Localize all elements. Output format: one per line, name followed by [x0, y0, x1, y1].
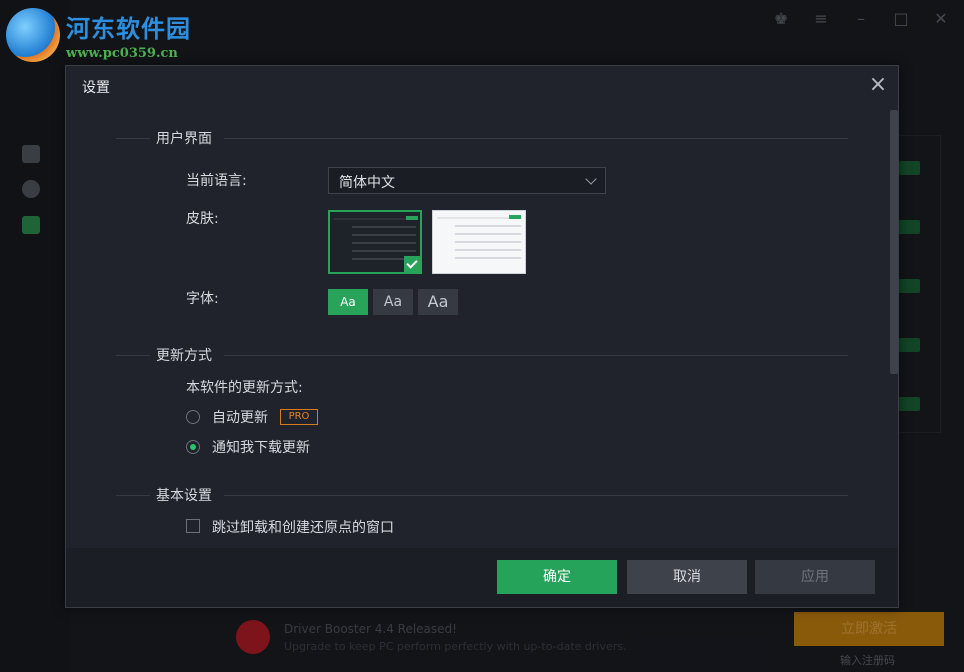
- dialog-footer: 确定 取消 应用: [66, 548, 898, 607]
- section-basic: 基本设置: [116, 485, 848, 505]
- language-label: 当前语言:: [186, 173, 247, 189]
- section-title: 基本设置: [156, 488, 212, 504]
- watermark-site-name: 河东软件园: [66, 14, 191, 43]
- font-medium-button[interactable]: Aa: [373, 289, 413, 315]
- settings-content: 用户界面 当前语言: 简体中文 皮肤: 字体: Aa Aa Aa 更新方式 本软…: [66, 106, 888, 548]
- watermark-url: www.pc0359.cn: [66, 46, 178, 61]
- language-select[interactable]: 简体中文: [328, 167, 606, 194]
- settings-dialog: 设置 × 用户界面 当前语言: 简体中文 皮肤: 字体: Aa Aa Aa 更新…: [65, 65, 899, 608]
- close-icon[interactable]: ×: [866, 74, 890, 98]
- skip-restore-checkbox[interactable]: [186, 519, 200, 533]
- update-prompt: 本软件的更新方式:: [186, 380, 303, 396]
- watermark-logo: 河东软件园 www.pc0359.cn: [6, 8, 191, 62]
- dialog-header: 设置 ×: [66, 66, 898, 106]
- ok-button[interactable]: 确定: [497, 560, 617, 594]
- skip-restore-label[interactable]: 跳过卸载和创建还原点的窗口: [212, 517, 394, 537]
- section-user-interface: 用户界面: [116, 128, 848, 148]
- pro-badge: PRO: [280, 409, 318, 425]
- notify-update-radio[interactable]: [186, 440, 200, 454]
- section-title: 更新方式: [156, 348, 212, 364]
- section-update: 更新方式: [116, 345, 848, 365]
- cancel-button[interactable]: 取消: [627, 560, 747, 594]
- auto-update-label[interactable]: 自动更新: [212, 407, 268, 427]
- font-label: 字体:: [186, 291, 219, 307]
- language-value: 简体中文: [339, 175, 395, 191]
- apply-button[interactable]: 应用: [755, 560, 875, 594]
- auto-update-radio[interactable]: [186, 410, 200, 424]
- logo-icon: [6, 8, 60, 62]
- skin-label: 皮肤:: [186, 211, 219, 227]
- section-title: 用户界面: [156, 131, 212, 147]
- scrollbar-thumb[interactable]: [890, 110, 898, 374]
- chevron-down-icon: [585, 173, 597, 185]
- skin-light-option[interactable]: [432, 210, 526, 274]
- font-small-button[interactable]: Aa: [328, 289, 368, 315]
- notify-update-label[interactable]: 通知我下载更新: [212, 437, 310, 457]
- skin-dark-option[interactable]: [328, 210, 422, 274]
- check-icon: [404, 256, 420, 272]
- font-large-button[interactable]: Aa: [418, 289, 458, 315]
- dialog-title: 设置: [82, 80, 110, 96]
